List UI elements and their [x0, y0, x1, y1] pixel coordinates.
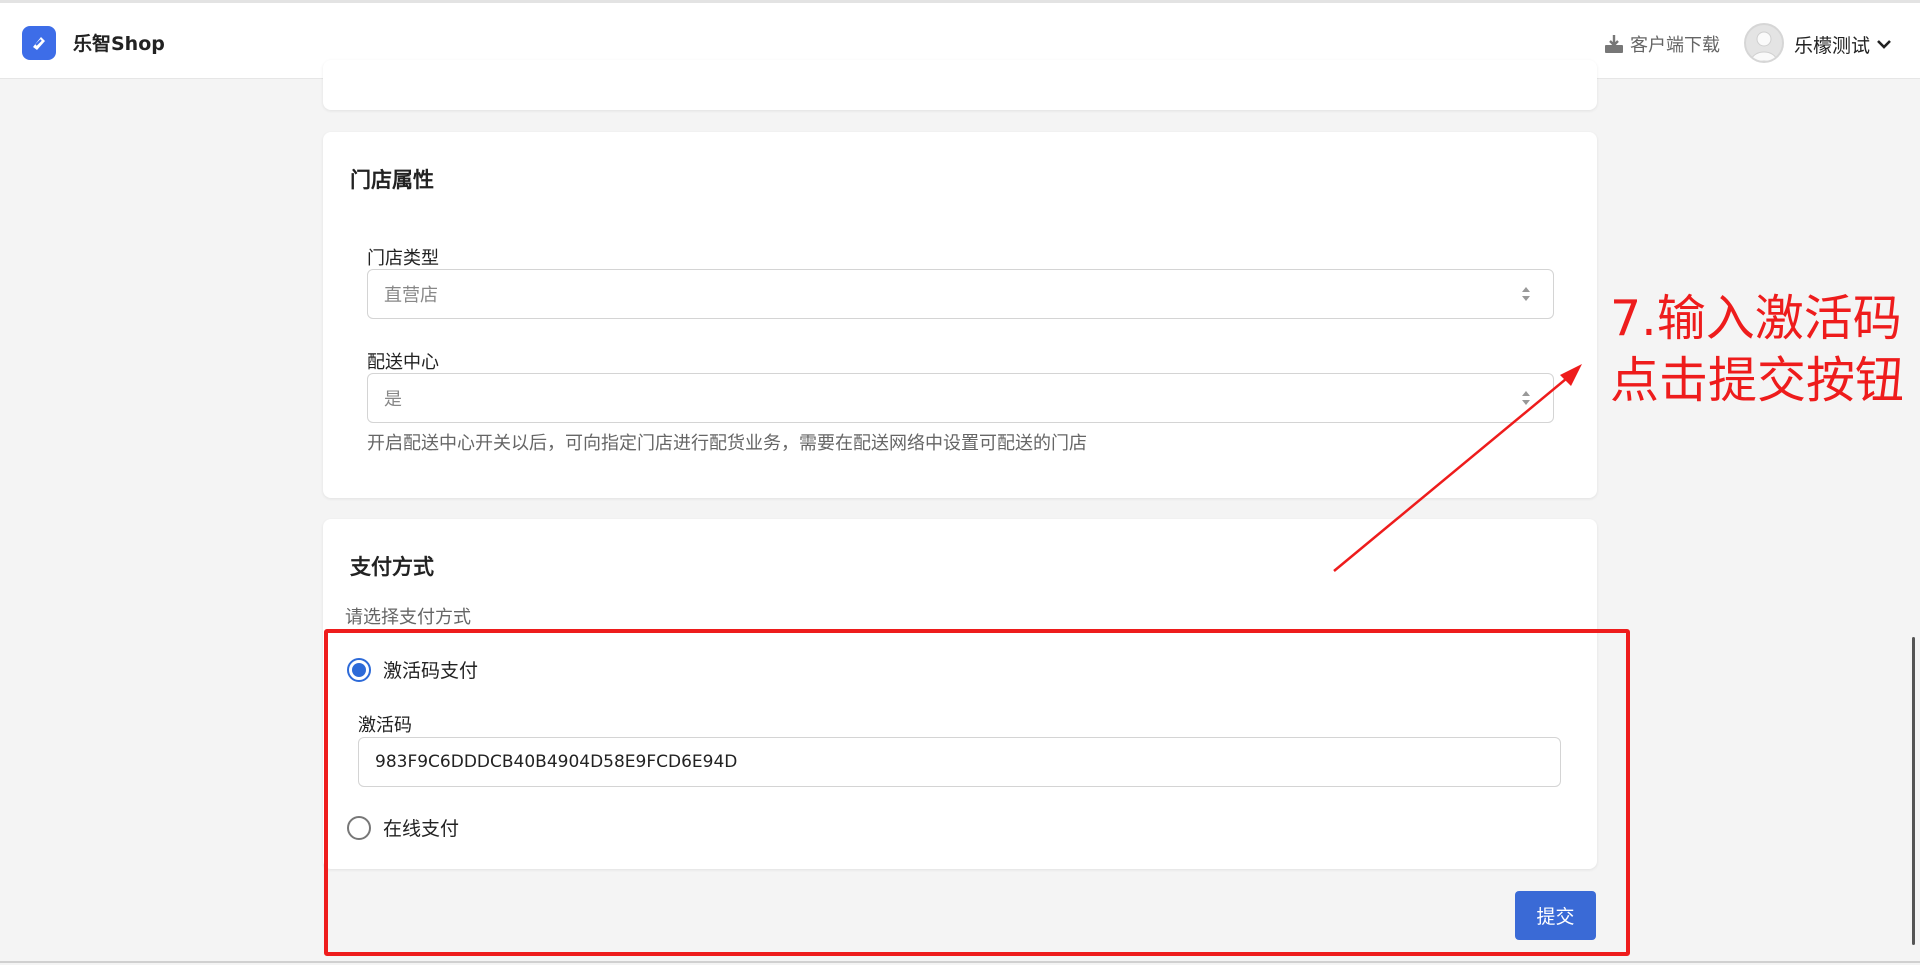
- download-icon: [1605, 35, 1623, 53]
- store-attributes-title: 门店属性: [350, 168, 434, 192]
- activation-code-input[interactable]: 983F9C6DDDCB40B4904D58E9FCD6E94D: [358, 737, 1561, 787]
- brand-name[interactable]: 乐智Shop: [73, 31, 165, 57]
- annotation-arrow: [1333, 364, 1582, 572]
- activation-code-value: 983F9C6DDDCB40B4904D58E9FCD6E94D: [375, 752, 738, 772]
- user-menu[interactable]: 乐檬测试: [1794, 30, 1892, 58]
- payment-method-title: 支付方式: [350, 555, 434, 579]
- payment-option-activation-code[interactable]: 激活码支付: [347, 656, 478, 683]
- previous-section-card: [323, 60, 1597, 110]
- radio-activation-code[interactable]: [347, 657, 371, 682]
- user-name: 乐檬测试: [1794, 34, 1871, 57]
- app-logo-icon[interactable]: [22, 26, 56, 60]
- select-arrows-icon: [1522, 287, 1530, 301]
- store-type-label: 门店类型: [367, 248, 439, 269]
- avatar[interactable]: [1744, 23, 1784, 63]
- annotation-line-1: 7.输入激活码: [1610, 290, 1902, 347]
- annotation-line-2: 点击提交按钮: [1610, 352, 1905, 409]
- distribution-center-value: 是: [384, 389, 402, 410]
- distribution-center-label: 配送中心: [367, 352, 439, 373]
- annotation-text: 7.输入激活码 点击提交按钮: [1610, 288, 1904, 412]
- activation-code-label: 激活码: [358, 715, 412, 736]
- bottom-divider: [0, 961, 1920, 963]
- chevron-down-icon: [1877, 40, 1891, 49]
- payment-method-subtitle: 请选择支付方式: [345, 607, 471, 628]
- activation-code-option-label: 激活码支付: [383, 660, 479, 682]
- distribution-center-hint: 开启配送中心开关以后，可向指定门店进行配货业务，需要在配送网络中设置可配送的门店: [367, 433, 1087, 454]
- payment-option-online[interactable]: 在线支付: [347, 814, 459, 841]
- submit-button[interactable]: 提交: [1515, 891, 1596, 940]
- page-scrollbar[interactable]: [1912, 637, 1915, 945]
- download-client-link[interactable]: 客户端下载: [1604, 30, 1720, 58]
- store-type-select[interactable]: 直营店: [367, 269, 1554, 319]
- radio-online-payment[interactable]: [347, 815, 371, 840]
- online-payment-option-label: 在线支付: [383, 818, 460, 840]
- store-type-value: 直营店: [384, 285, 438, 306]
- download-label: 客户端下载: [1630, 35, 1720, 56]
